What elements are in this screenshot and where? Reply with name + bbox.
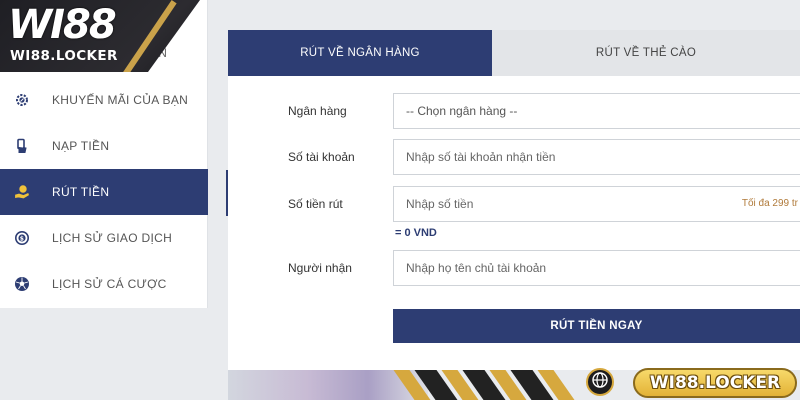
- amount-limit-text: Tối đa 299 tr: [741, 198, 798, 209]
- sidebar-item-deposit[interactable]: NẠP TIỀN: [0, 123, 208, 169]
- account-number-input[interactable]: Nhập số tài khoản nhận tiền: [393, 139, 800, 175]
- tab-withdraw-to-bank[interactable]: RÚT VỀ NGÂN HÀNG: [228, 30, 492, 76]
- sidebar-item-withdraw[interactable]: RÚT TIỀN: [0, 169, 208, 215]
- sidebar-item-betting-history[interactable]: LỊCH SỬ CÁ CƯỢC: [0, 261, 208, 307]
- tab-withdraw-to-card[interactable]: RÚT VỀ THẺ CÀO: [492, 30, 800, 76]
- sidebar-item-label: RÚT TIỀN: [52, 185, 110, 199]
- domain-badge[interactable]: WI88.LOCKER: [633, 368, 797, 398]
- amount-placeholder: Nhập số tiền: [406, 197, 474, 211]
- bank-select[interactable]: -- Chọn ngân hàng --: [393, 93, 800, 129]
- promo-gear-icon: [14, 92, 30, 108]
- sidebar-item-promotions[interactable]: KHUYẾN MÃI CỦA BẠN: [0, 77, 208, 123]
- recipient-name-input[interactable]: Nhập họ tên chủ tài khoản: [393, 250, 800, 286]
- amount-label: Số tiền rút: [288, 197, 343, 211]
- sidebar-item-label: LỊCH SỬ CÁ CƯỢC: [52, 277, 167, 291]
- recipient-name-placeholder: Nhập họ tên chủ tài khoản: [406, 261, 547, 275]
- amount-input[interactable]: Nhập số tiền Tối đa 299 tr: [393, 186, 800, 222]
- sidebar-item-transaction-history[interactable]: $ LỊCH SỬ GIAO DỊCH: [0, 215, 208, 261]
- bank-select-value: -- Chọn ngân hàng --: [406, 104, 518, 118]
- logo-wordmark: WI88: [8, 2, 117, 48]
- account-number-placeholder: Nhập số tài khoản nhận tiền: [406, 150, 556, 164]
- withdraw-hand-coin-icon: [14, 184, 30, 200]
- sidebar-item-label: NẠP TIỀN: [52, 139, 110, 153]
- account-number-label: Số tài khoản: [288, 150, 355, 164]
- withdraw-now-button[interactable]: RÚT TIỀN NGAY: [393, 309, 800, 343]
- globe-icon: [591, 371, 609, 394]
- deposit-icon: [14, 138, 30, 154]
- transaction-history-icon: $: [14, 230, 30, 246]
- language-globe-button[interactable]: [586, 368, 614, 396]
- soccer-ball-icon: [14, 276, 30, 292]
- sidebar-item-label: KHUYẾN MÃI CỦA BẠN: [52, 93, 189, 107]
- withdraw-tabs: RÚT VỀ NGÂN HÀNG RÚT VỀ THẺ CÀO: [228, 30, 800, 76]
- bank-label: Ngân hàng: [288, 104, 347, 118]
- sidebar-item-label: LỊCH SỬ GIAO DỊCH: [52, 231, 173, 245]
- svg-text:$: $: [20, 235, 24, 242]
- recipient-label: Người nhận: [288, 261, 352, 275]
- logo-domain: WI88.LOCKER: [10, 48, 118, 64]
- amount-converted-display: = 0 VND: [395, 227, 437, 239]
